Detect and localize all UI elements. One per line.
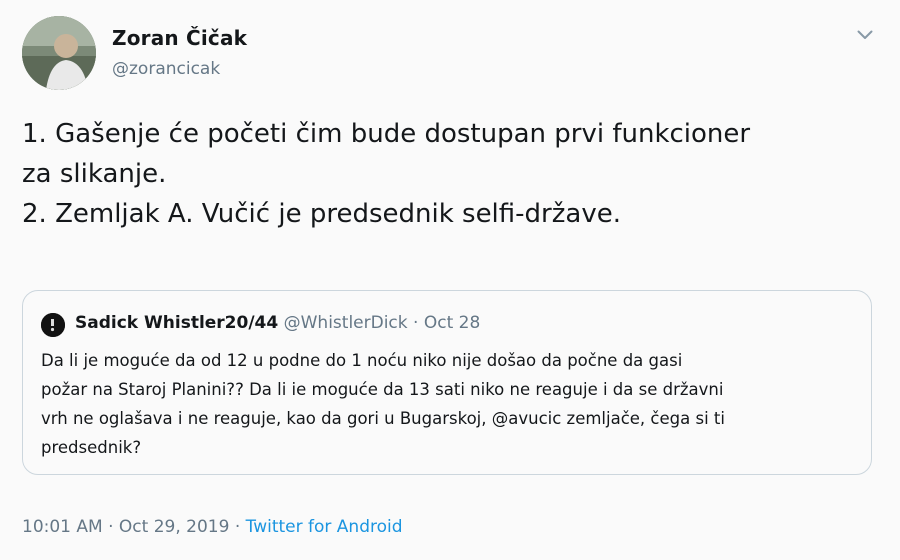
separator-dot: · (413, 313, 419, 333)
quoted-text-line: predsednik? (41, 438, 142, 457)
quoted-text-line: Da li je moguće da od 12 u podne do 1 no… (41, 351, 683, 370)
separator-dot: · (108, 517, 114, 537)
author-avatar[interactable] (22, 16, 96, 90)
tweet-menu-button[interactable] (854, 24, 876, 46)
quoted-author-avatar[interactable] (41, 313, 65, 337)
quoted-text-line: požar na Staroj Planini?? Da li ie moguć… (41, 380, 724, 399)
separator-dot: · (234, 517, 241, 537)
quoted-tweet-text: Da li je moguće da od 12 u podne do 1 no… (41, 346, 856, 462)
quoted-tweet-card[interactable]: Sadick Whistler20/44 @WhistlerDick · Oct… (22, 290, 872, 475)
quoted-author-name[interactable]: Sadick Whistler20/44 (75, 313, 278, 333)
avatar-photo (22, 16, 96, 90)
tweet-source-link[interactable]: Twitter for Android (246, 517, 403, 537)
tweet-metadata: 10:01 AM · Oct 29, 2019 · Twitter for An… (22, 517, 403, 537)
quoted-text-line: vrh ne oglašava i ne reaguje, kao da gor… (41, 409, 725, 428)
quoted-tweet-header: Sadick Whistler20/44 @WhistlerDick · Oct… (75, 313, 480, 333)
tweet-text-line: 1. Gašenje će početi čim bude dostupan p… (22, 119, 751, 149)
quoted-author-handle[interactable]: @WhistlerDick (284, 313, 408, 333)
tweet-date[interactable]: Oct 29, 2019 (119, 517, 230, 537)
author-name[interactable]: Zoran Čičak (112, 26, 247, 50)
tweet-time[interactable]: 10:01 AM (22, 517, 103, 537)
quoted-tweet-date[interactable]: Oct 28 (424, 313, 480, 333)
author-handle[interactable]: @zorancicak (112, 59, 220, 79)
tweet-text-line: za slikanje. (22, 159, 167, 189)
chevron-down-icon (857, 30, 873, 39)
avatar-photo (41, 313, 65, 337)
tweet-text-line: 2. Zemljak A. Vučić je predsednik selfi-… (22, 199, 621, 229)
tweet-text: 1. Gašenje će početi čim bude dostupan p… (22, 114, 882, 234)
